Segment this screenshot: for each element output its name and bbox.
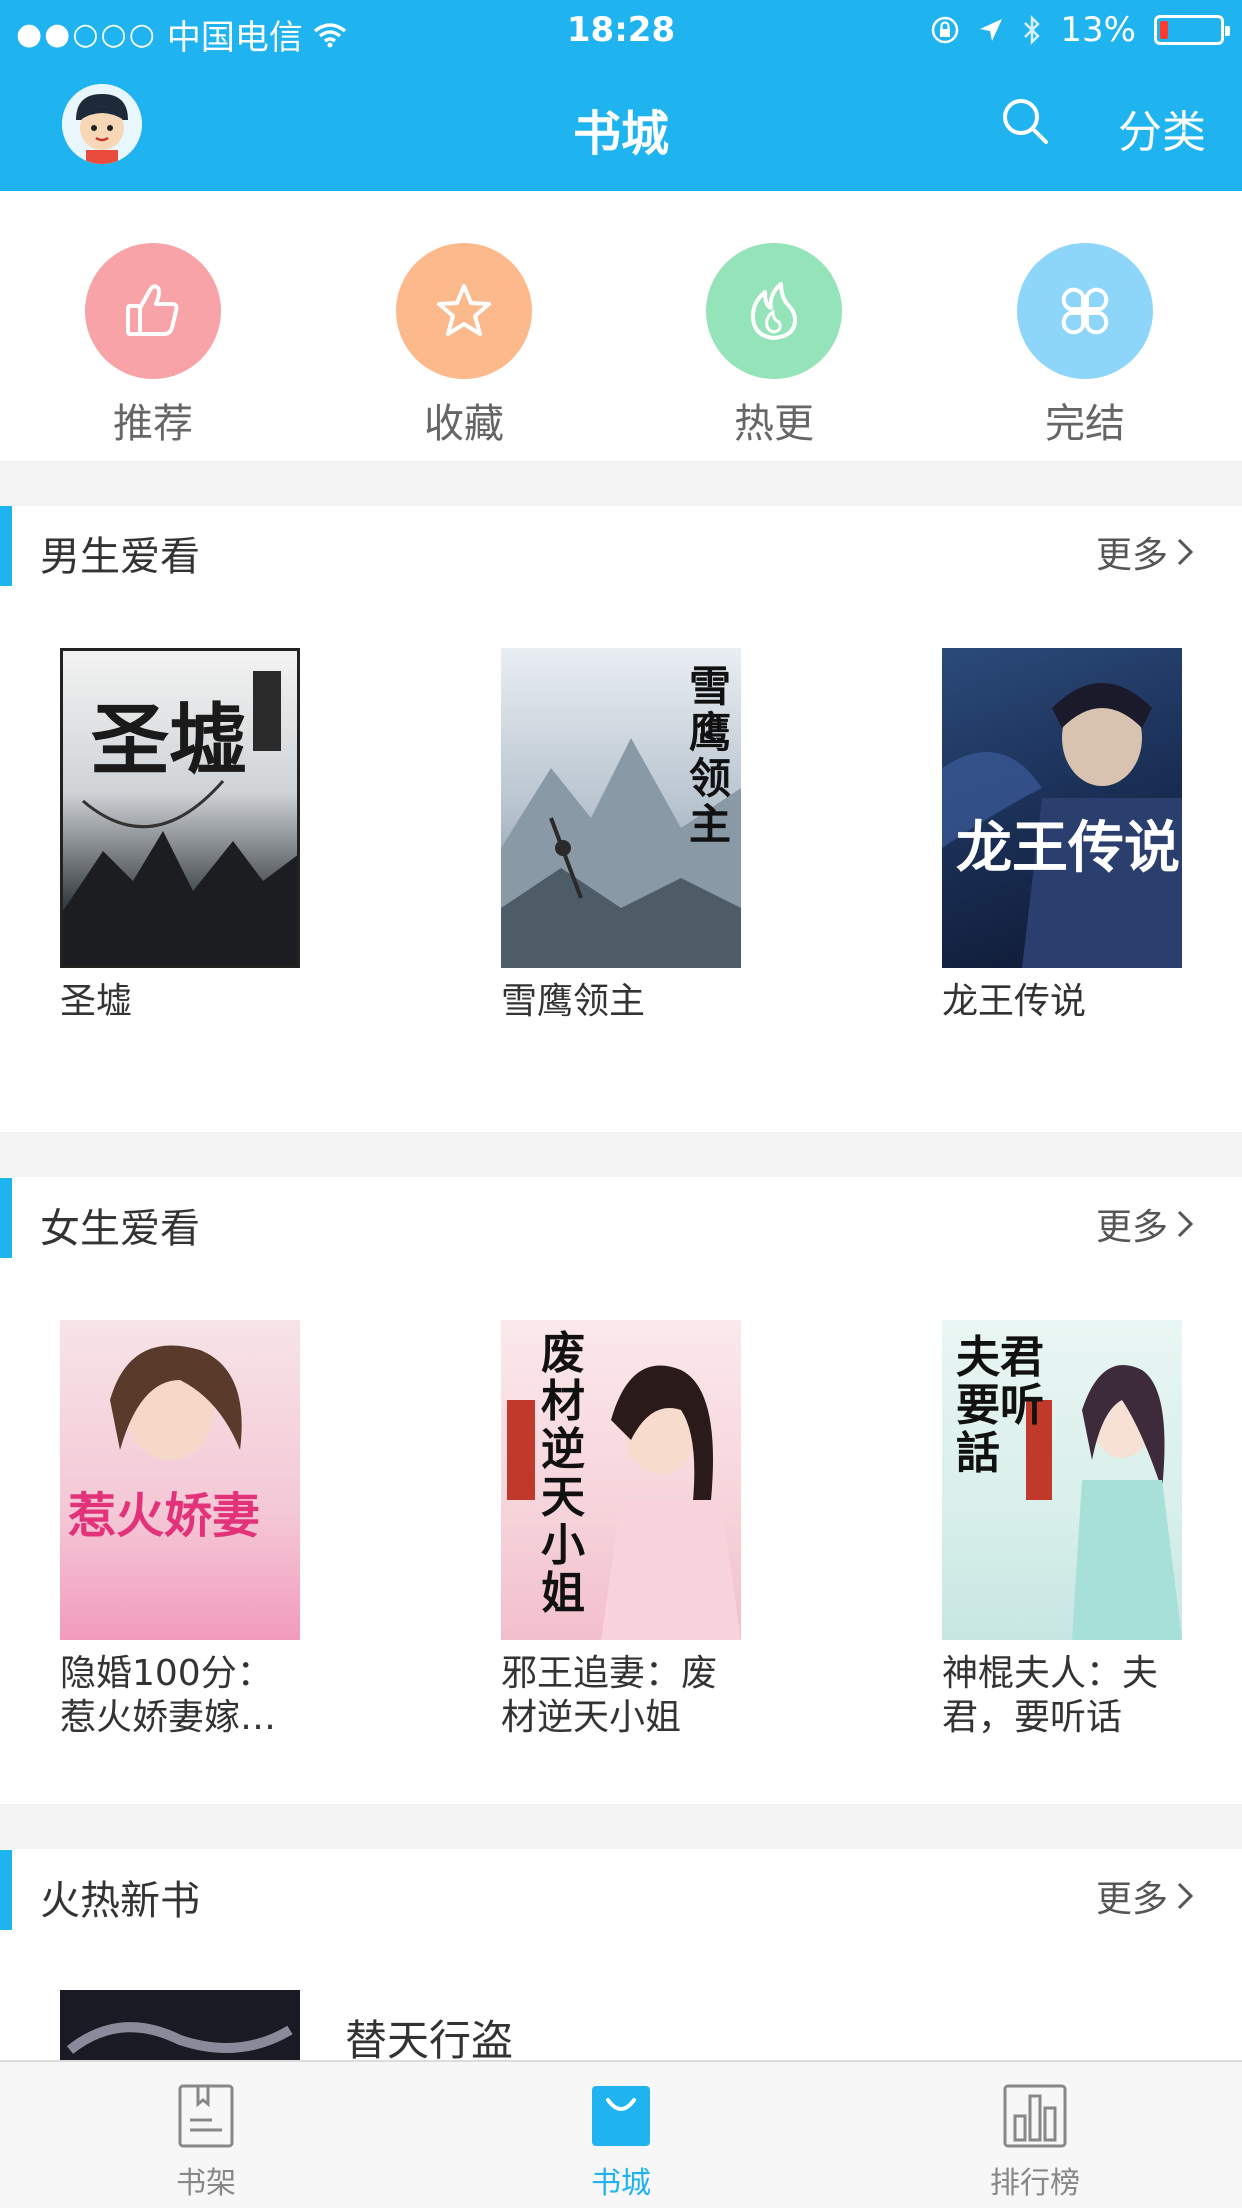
section-separator <box>0 461 1242 506</box>
quick-nav-label: 收藏 <box>424 401 504 447</box>
section-title: 女生爱看 <box>40 1206 200 1252</box>
book-card[interactable]: 惹火娇妻 隐婚100分：惹火娇妻嫁… <box>60 1320 300 1740</box>
quick-nav-label: 推荐 <box>113 401 193 447</box>
book-title: 隐婚100分：惹火娇妻嫁… <box>60 1653 277 1738</box>
tab-label: 排行榜 <box>990 2166 1080 2201</box>
ranking-chart-icon <box>1003 2084 1067 2148</box>
section-accent-bar <box>0 1178 12 1258</box>
quick-nav-hot-updates[interactable]: 热更 <box>674 243 874 449</box>
tab-bookshelf[interactable]: 书架 <box>86 2062 326 2208</box>
top-bar: ●●○○○ 中国电信 18:28 13% 书城 分类 <box>0 0 1242 191</box>
status-bar: ●●○○○ 中国电信 18:28 13% <box>0 0 1242 62</box>
chevron-right-icon <box>1177 538 1194 566</box>
book-title: 龙王传说 <box>942 981 1087 1022</box>
quick-nav-recommend[interactable]: 推荐 <box>53 243 253 449</box>
tab-bookstore[interactable]: 书城 <box>501 2062 741 2208</box>
more-link[interactable]: 更多 <box>1096 1198 1194 1250</box>
quick-nav-label: 热更 <box>734 401 814 447</box>
tab-ranking[interactable]: 排行榜 <box>915 2062 1155 2208</box>
quick-nav-completed[interactable]: 完结 <box>985 243 1185 449</box>
category-button[interactable]: 分类 <box>1118 96 1206 160</box>
section-title: 火热新书 <box>40 1878 200 1924</box>
more-link[interactable]: 更多 <box>1096 1870 1194 1922</box>
book-cover: 龙王传说 <box>942 648 1182 968</box>
battery-icon <box>1154 15 1230 45</box>
book-card[interactable]: 龙王传说 龙王传说 <box>942 648 1182 1024</box>
more-label: 更多 <box>1095 1207 1168 1248</box>
book-cover: 雪鹰领主 <box>501 648 741 968</box>
book-card[interactable]: 圣墟 圣墟 <box>60 648 300 1024</box>
thumbs-up-icon <box>85 243 221 379</box>
cover-art <box>110 1345 242 1460</box>
cover-title: 圣墟 <box>91 695 248 786</box>
tab-label: 书架 <box>176 2166 236 2201</box>
orientation-lock-icon <box>932 16 959 44</box>
chevron-right-icon <box>1177 1882 1194 1910</box>
section-header-female: 女生爱看 更多 <box>0 1178 1242 1258</box>
more-link[interactable]: 更多 <box>1096 526 1194 578</box>
flame-icon <box>706 243 842 379</box>
tab-bar: 书架 书城 排行榜 <box>0 2060 1242 2208</box>
bookstore-bag-icon <box>589 2084 653 2148</box>
section-separator <box>0 1804 1242 1849</box>
bluetooth-icon <box>1024 14 1041 46</box>
cover-art <box>60 1990 300 2060</box>
cover-title: 雪鹰领主 <box>689 662 732 849</box>
section-accent-bar <box>0 506 12 586</box>
quick-nav-label: 完结 <box>1045 401 1125 447</box>
book-cover: 夫君要听話 <box>942 1320 1182 1640</box>
search-icon[interactable] <box>1000 96 1050 146</box>
book-cover: 废材逆天小姐 <box>501 1320 741 1640</box>
book-title: 邪王追妻：废材逆天小姐 <box>501 1653 718 1738</box>
page-title: 书城 <box>572 106 669 162</box>
section-title: 男生爱看 <box>40 534 200 580</box>
section-header-hot-new: 火热新书 更多 <box>0 1850 1242 1930</box>
book-card[interactable]: 废材逆天小姐 邪王追妻：废材逆天小姐 <box>501 1320 741 1740</box>
clover-icon <box>1017 243 1153 379</box>
location-arrow-icon <box>980 19 1003 41</box>
battery-level <box>1160 21 1168 39</box>
quick-nav-favorites[interactable]: 收藏 <box>364 243 564 449</box>
book-title: 雪鹰领主 <box>501 981 646 1022</box>
more-label: 更多 <box>1095 1879 1168 1920</box>
book-cover: 圣墟 <box>60 648 300 968</box>
book-title: 圣墟 <box>60 981 133 1022</box>
section-accent-bar <box>0 1850 12 1930</box>
section-separator <box>0 1132 1242 1177</box>
tab-label: 书城 <box>591 2166 651 2201</box>
book-title: 替天行盗 <box>345 2016 514 2065</box>
book-card[interactable]: 夫君要听話 神棍夫人：夫君，要听话 <box>942 1320 1182 1740</box>
cover-art <box>942 683 1182 968</box>
cover-title: 龙王传说 <box>956 815 1180 881</box>
cover-title: 夫君要听話 <box>956 1332 1044 1479</box>
more-label: 更多 <box>1095 535 1168 576</box>
book-title: 神棍夫人：夫君，要听话 <box>942 1653 1159 1738</box>
section-header-male: 男生爱看 更多 <box>0 506 1242 586</box>
cover-title: 惹火娇妻 <box>68 1488 261 1544</box>
book-card[interactable]: 雪鹰领主 雪鹰领主 <box>501 648 741 1024</box>
chevron-right-icon <box>1177 1210 1194 1238</box>
book-cover: 惹火娇妻 <box>60 1320 300 1640</box>
battery-percent: 13% <box>1060 10 1136 50</box>
cover-title: 废材逆天小姐 <box>541 1328 585 1619</box>
quick-nav: 推荐 收藏 热更 完结 <box>0 191 1242 461</box>
book-cover[interactable] <box>60 1990 300 2060</box>
bookshelf-icon <box>174 2084 238 2148</box>
star-icon <box>396 243 532 379</box>
cover-art <box>507 1365 741 1640</box>
